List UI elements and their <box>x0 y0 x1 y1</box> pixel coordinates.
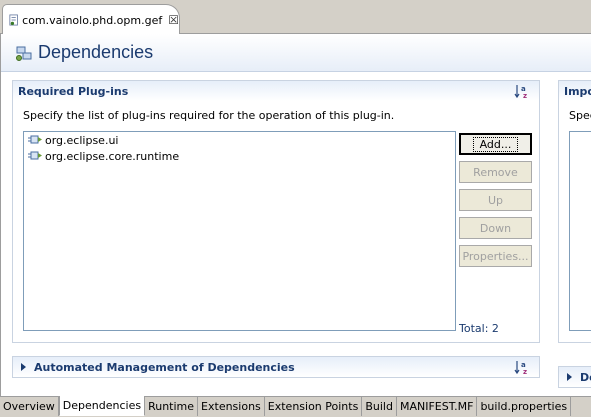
tab-extensions[interactable]: Extensions <box>198 397 265 416</box>
expand-triangle-icon[interactable] <box>567 373 572 381</box>
automated-management-section[interactable]: Automated Management of Dependencies a z <box>12 356 540 378</box>
plugin-list[interactable]: org.eclipse.ui org.eclipse.core.runtime <box>23 131 456 331</box>
automated-management-title: Automated Management of Dependencies <box>34 360 295 374</box>
up-button[interactable]: Up <box>459 189 532 211</box>
down-button[interactable]: Down <box>459 217 532 239</box>
imported-packages-list[interactable] <box>569 131 591 331</box>
plugin-label: org.eclipse.core.runtime <box>45 149 180 163</box>
expand-triangle-icon[interactable] <box>21 363 26 371</box>
tab-manifest[interactable]: MANIFEST.MF <box>397 397 478 416</box>
close-icon[interactable]: ☒ <box>168 13 179 27</box>
svg-text:z: z <box>523 368 527 375</box>
tab-build[interactable]: Build <box>362 397 397 416</box>
tab-extension-points[interactable]: Extension Points <box>265 397 363 416</box>
remove-button[interactable]: Remove <box>459 161 532 183</box>
manifest-file-icon <box>9 14 18 26</box>
dependency-analysis-section[interactable]: De <box>558 366 591 388</box>
required-plugins-header: Required Plug-ins a z <box>13 81 539 101</box>
tab-overview[interactable]: Overview <box>0 397 59 416</box>
tab-build-properties[interactable]: build.properties <box>477 397 572 416</box>
add-button-label: Add... <box>472 136 519 152</box>
editor-tab-strip: com.vainolo.phd.opm.gef ☒ <box>0 0 591 35</box>
dependency-analysis-title: De <box>580 370 591 384</box>
list-item[interactable]: org.eclipse.ui <box>24 132 455 148</box>
form-header: Dependencies <box>1 34 591 72</box>
plugin-icon <box>28 135 42 144</box>
dependencies-icon <box>16 46 32 61</box>
imported-packages-title: Impo <box>564 84 591 98</box>
sort-alphabetical-icon[interactable]: a z <box>513 83 531 99</box>
imported-packages-description: Spec <box>569 109 591 122</box>
dependency-analysis-header[interactable]: De <box>559 367 591 387</box>
list-item[interactable]: org.eclipse.core.runtime <box>24 148 455 164</box>
tab-dependencies[interactable]: Dependencies <box>58 396 146 416</box>
imported-packages-header: Impo <box>559 81 591 101</box>
required-plugins-description: Specify the list of plug-ins required fo… <box>23 109 395 122</box>
editor-tab[interactable]: com.vainolo.phd.opm.gef ☒ <box>2 4 180 35</box>
sort-alphabetical-icon[interactable]: a z <box>513 359 531 375</box>
editor-tab-title: com.vainolo.phd.opm.gef <box>22 13 163 27</box>
required-plugins-title: Required Plug-ins <box>18 84 129 98</box>
svg-text:z: z <box>523 92 527 99</box>
dependencies-form: Dependencies Required Plug-ins a z Speci… <box>0 34 591 397</box>
add-button[interactable]: Add... <box>459 133 532 155</box>
page-tabs: Overview Dependencies Runtime Extensions… <box>0 396 591 417</box>
plugin-label: org.eclipse.ui <box>45 133 119 147</box>
page-title: Dependencies <box>38 42 154 62</box>
total-count: Total: 2 <box>459 322 499 335</box>
properties-button[interactable]: Properties... <box>459 245 532 267</box>
required-plugins-section: Required Plug-ins a z Specify the list o… <box>12 80 540 343</box>
automated-management-header[interactable]: Automated Management of Dependencies a z <box>13 357 539 377</box>
imported-packages-section: Impo Spec <box>558 80 591 343</box>
plugin-icon <box>28 151 42 160</box>
tab-runtime[interactable]: Runtime <box>145 397 199 416</box>
